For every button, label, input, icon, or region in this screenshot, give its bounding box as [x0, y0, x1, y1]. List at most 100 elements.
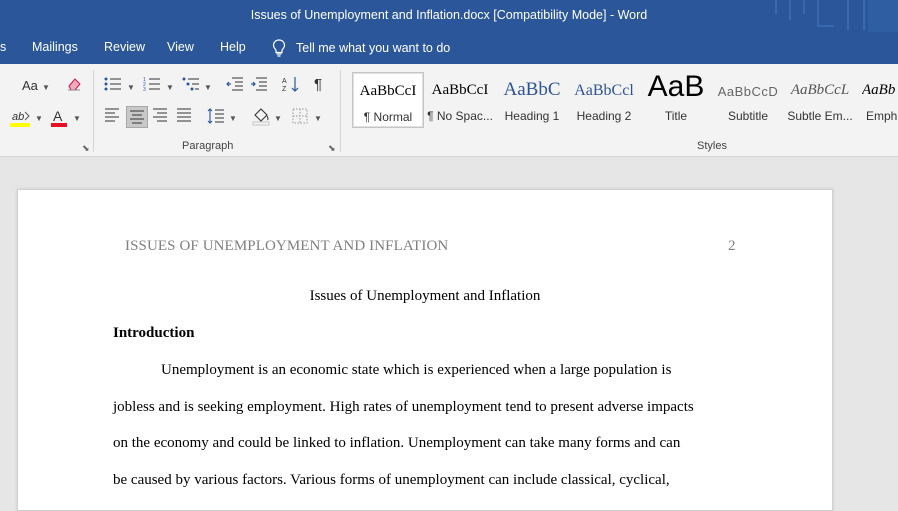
justify-button[interactable] — [176, 108, 192, 122]
running-header: ISSUES OF UNEMPLOYMENT AND INFLATION — [125, 238, 449, 254]
paint-bucket-icon — [252, 108, 270, 126]
style-title[interactable]: AaB Title — [641, 70, 711, 126]
style-label: ¶ No Spac... — [427, 109, 493, 123]
page-number: 2 — [728, 238, 736, 254]
tab-help[interactable]: Help — [220, 40, 246, 54]
increase-indent-button[interactable] — [250, 76, 268, 92]
style-heading-2[interactable]: AaBbCcl Heading 2 — [569, 72, 639, 126]
pilcrow-icon: ¶ — [314, 76, 323, 93]
numbered-list-icon: 1 2 3 — [143, 77, 160, 92]
svg-text:A: A — [282, 78, 287, 85]
title-bar: Issues of Unemployment and Inflation.doc… — [0, 0, 898, 32]
svg-text:3: 3 — [143, 87, 146, 92]
style-label: Subtitle — [727, 109, 769, 123]
decrease-indent-icon — [226, 77, 243, 91]
style-preview: AaBb — [862, 82, 896, 98]
section-heading: Introduction — [113, 325, 195, 341]
style-subtitle[interactable]: AaBbCcD Subtitle — [713, 72, 783, 126]
increase-indent-icon — [251, 77, 267, 91]
align-center-button[interactable] — [126, 106, 148, 128]
clear-formatting-button[interactable] — [66, 76, 82, 92]
tell-me-box[interactable]: Tell me what you want to do — [272, 39, 450, 57]
style-no-spacing[interactable]: AaBbCcI ¶ No Spac... — [425, 72, 495, 126]
style-heading-1[interactable]: AaBbC Heading 1 — [497, 72, 567, 126]
chevron-down-icon: ▼ — [314, 114, 322, 123]
eraser-icon — [68, 78, 81, 91]
align-center-icon — [130, 110, 144, 124]
chevron-down-icon: ▼ — [204, 83, 212, 92]
align-right-icon — [153, 108, 167, 122]
show-formatting-button[interactable]: ¶ — [314, 76, 322, 93]
font-color-icon: A — [51, 108, 67, 127]
decrease-indent-button[interactable] — [226, 76, 244, 92]
justify-icon — [177, 108, 191, 122]
sort-icon: A Z — [282, 77, 299, 93]
borders-button[interactable] — [292, 108, 308, 124]
ribbon-tabs: s Mailings Review View Help Tell me what… — [0, 32, 898, 64]
paragraph-dialog-launcher-icon[interactable]: ⬊ — [328, 143, 336, 154]
chevron-down-icon: ▼ — [229, 114, 237, 123]
bullet-list-icon — [104, 77, 121, 91]
chevron-down-icon: ▼ — [35, 114, 43, 123]
style-label: Heading 1 — [504, 109, 560, 123]
shading-button[interactable] — [252, 106, 270, 126]
borders-icon — [292, 108, 308, 124]
tab-view[interactable]: View — [167, 40, 194, 54]
change-case-label: Aa — [22, 78, 38, 93]
style-emphasis[interactable]: AaBb Emph — [858, 72, 898, 126]
style-normal[interactable]: AaBbCcI ¶ Normal — [352, 72, 424, 128]
align-left-icon — [105, 108, 119, 122]
font-color-button[interactable]: A — [50, 108, 68, 128]
chevron-down-icon: ▼ — [42, 83, 50, 92]
style-label: Title — [664, 109, 688, 123]
group-separator — [340, 70, 341, 152]
style-preview: AaB — [647, 70, 705, 103]
lightbulb-icon — [272, 39, 286, 57]
style-subtle-emphasis[interactable]: AaBbCcL Subtle Em... — [785, 72, 855, 126]
style-preview: AaBbCcI — [359, 83, 417, 99]
paragraph-group-label: Paragraph — [182, 140, 234, 152]
style-preview: AaBbC — [503, 79, 561, 100]
paragraph-line: on the economy and could be linked to in… — [113, 435, 681, 451]
window-title: Issues of Unemployment and Inflation.doc… — [250, 8, 648, 22]
chevron-down-icon: ▼ — [73, 114, 81, 123]
bullets-button[interactable] — [104, 76, 122, 92]
style-preview: AaBbCcl — [574, 82, 634, 99]
style-preview: AaBbCcI — [431, 82, 489, 98]
paragraph-line: be caused by various factors. Various fo… — [113, 472, 670, 488]
sort-button[interactable]: A Z — [282, 75, 300, 93]
line-spacing-button[interactable] — [207, 107, 225, 125]
style-preview: AaBbCcL — [790, 82, 850, 98]
document-title: Issues of Unemployment and Inflation — [309, 288, 541, 304]
tab-review[interactable]: Review — [104, 40, 145, 54]
style-label: Subtle Em... — [787, 109, 853, 123]
svg-text:Z: Z — [282, 86, 287, 93]
ribbon: Aa ▼ ab ▼ A ▼ ⬊ ▼ 1 2 3 ▼ ▼ A Z ¶ ▼ ▼ ▼ … — [0, 64, 898, 157]
chevron-down-icon: ▼ — [127, 83, 135, 92]
paragraph-line: jobless and is seeking employment. High … — [113, 399, 694, 415]
highlighter-icon: ab — [10, 111, 30, 127]
style-label: ¶ Normal — [363, 110, 413, 124]
highlight-color-button[interactable]: ab — [10, 108, 32, 128]
tab-mailings[interactable]: Mailings — [32, 40, 78, 54]
tab-partial[interactable]: s — [0, 40, 6, 54]
document-page[interactable]: ISSUES OF UNEMPLOYMENT AND INFLATION 2 I… — [17, 189, 833, 511]
style-preview: AaBbCcD — [717, 84, 779, 99]
group-separator — [93, 70, 94, 152]
multilevel-list-button[interactable] — [182, 76, 200, 92]
multilevel-list-icon — [182, 77, 199, 91]
style-label: Heading 2 — [576, 109, 632, 123]
chevron-down-icon: ▼ — [166, 83, 174, 92]
tell-me-placeholder: Tell me what you want to do — [296, 41, 451, 55]
align-right-button[interactable] — [152, 108, 168, 122]
align-left-button[interactable] — [104, 108, 120, 122]
numbering-button[interactable]: 1 2 3 — [143, 76, 161, 92]
svg-text:A: A — [53, 108, 63, 124]
chevron-down-icon: ▼ — [274, 114, 282, 123]
line-spacing-icon — [207, 108, 224, 124]
svg-text:ab: ab — [12, 111, 24, 123]
font-dialog-launcher-icon[interactable]: ⬊ — [82, 143, 90, 154]
change-case-button[interactable]: Aa — [22, 78, 38, 93]
styles-group-label: Styles — [697, 140, 727, 152]
style-label: Emph — [866, 109, 898, 123]
